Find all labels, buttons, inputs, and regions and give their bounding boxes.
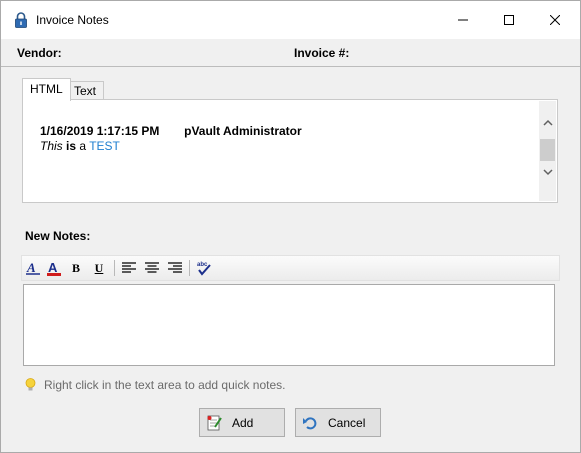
- font-color-button[interactable]: A: [45, 259, 63, 277]
- tab-html[interactable]: HTML: [22, 78, 71, 101]
- chevron-up-icon: [542, 119, 553, 126]
- padlock-icon: [15, 12, 27, 28]
- note-author: pVault Administrator: [184, 124, 302, 138]
- align-left-button[interactable]: [120, 259, 138, 277]
- svg-text:abc: abc: [197, 262, 208, 268]
- notes-scrollbar[interactable]: [539, 101, 556, 201]
- bold-button[interactable]: B: [67, 259, 85, 277]
- font-button[interactable]: A: [24, 259, 42, 277]
- align-center-button[interactable]: [143, 259, 161, 277]
- svg-text:A: A: [48, 260, 58, 275]
- close-icon: [550, 15, 560, 25]
- scroll-down-button[interactable]: [539, 165, 556, 179]
- add-button-label: Add: [232, 415, 254, 430]
- chevron-down-icon: [542, 168, 553, 175]
- maximize-button[interactable]: [486, 1, 532, 39]
- note-timestamp: 1/16/2019 1:17:15 PM: [40, 124, 160, 138]
- close-button[interactable]: [532, 1, 578, 39]
- note-body-italic: This: [40, 139, 63, 153]
- svg-text:A: A: [26, 260, 36, 275]
- tip-text: Right click in the text area to add quic…: [44, 378, 286, 392]
- invoice-notes-window: Invoice Notes Vendor: Invoice #: HTML Te…: [0, 0, 581, 453]
- invoice-number-label: Invoice #:: [294, 46, 350, 60]
- title-bar[interactable]: Invoice Notes: [1, 1, 580, 39]
- spellcheck-icon: abc: [197, 262, 211, 276]
- toolbar-separator: [114, 260, 115, 276]
- toolbar-separator: [189, 260, 190, 276]
- minimize-button[interactable]: [440, 1, 486, 39]
- window-title: Invoice Notes: [36, 13, 109, 27]
- lightbulb-icon: [25, 378, 36, 391]
- add-note-icon: [206, 415, 222, 431]
- scroll-thumb[interactable]: [540, 139, 555, 161]
- underline-button[interactable]: U: [90, 259, 108, 277]
- spellcheck-button[interactable]: abc: [195, 259, 213, 277]
- tab-text[interactable]: Text: [66, 81, 105, 100]
- note-body-bold: is: [66, 139, 77, 153]
- align-right-icon: [168, 262, 182, 273]
- align-left-icon: [122, 262, 136, 273]
- undo-arrow-icon: [302, 415, 318, 431]
- align-right-button[interactable]: [166, 259, 184, 277]
- align-center-icon: [145, 262, 159, 273]
- maximize-icon: [504, 15, 514, 25]
- font-style-icon: A: [26, 260, 40, 275]
- vendor-label: Vendor:: [17, 46, 62, 60]
- note-body-plain: a: [79, 139, 87, 153]
- new-notes-editor[interactable]: [23, 284, 555, 366]
- invoice-header: Vendor: Invoice #:: [1, 39, 580, 67]
- add-button[interactable]: Add: [199, 408, 285, 437]
- notes-history-panel[interactable]: 1/16/2019 1:17:15 PM pVault Administrato…: [22, 99, 558, 203]
- cancel-button-label: Cancel: [328, 415, 366, 430]
- minimize-icon: [458, 19, 468, 21]
- formatting-toolbar: A A B U abc: [21, 255, 560, 281]
- quick-notes-tip: Right click in the text area to add quic…: [25, 378, 285, 392]
- scroll-up-button[interactable]: [539, 115, 556, 129]
- note-body-link[interactable]: TEST: [89, 139, 120, 153]
- cancel-button[interactable]: Cancel: [295, 408, 381, 437]
- new-notes-label: New Notes:: [25, 229, 91, 243]
- note-body: This is a TEST: [40, 139, 120, 153]
- note-header: 1/16/2019 1:17:15 PM pVault Administrato…: [40, 124, 302, 138]
- font-color-icon: A: [47, 260, 61, 276]
